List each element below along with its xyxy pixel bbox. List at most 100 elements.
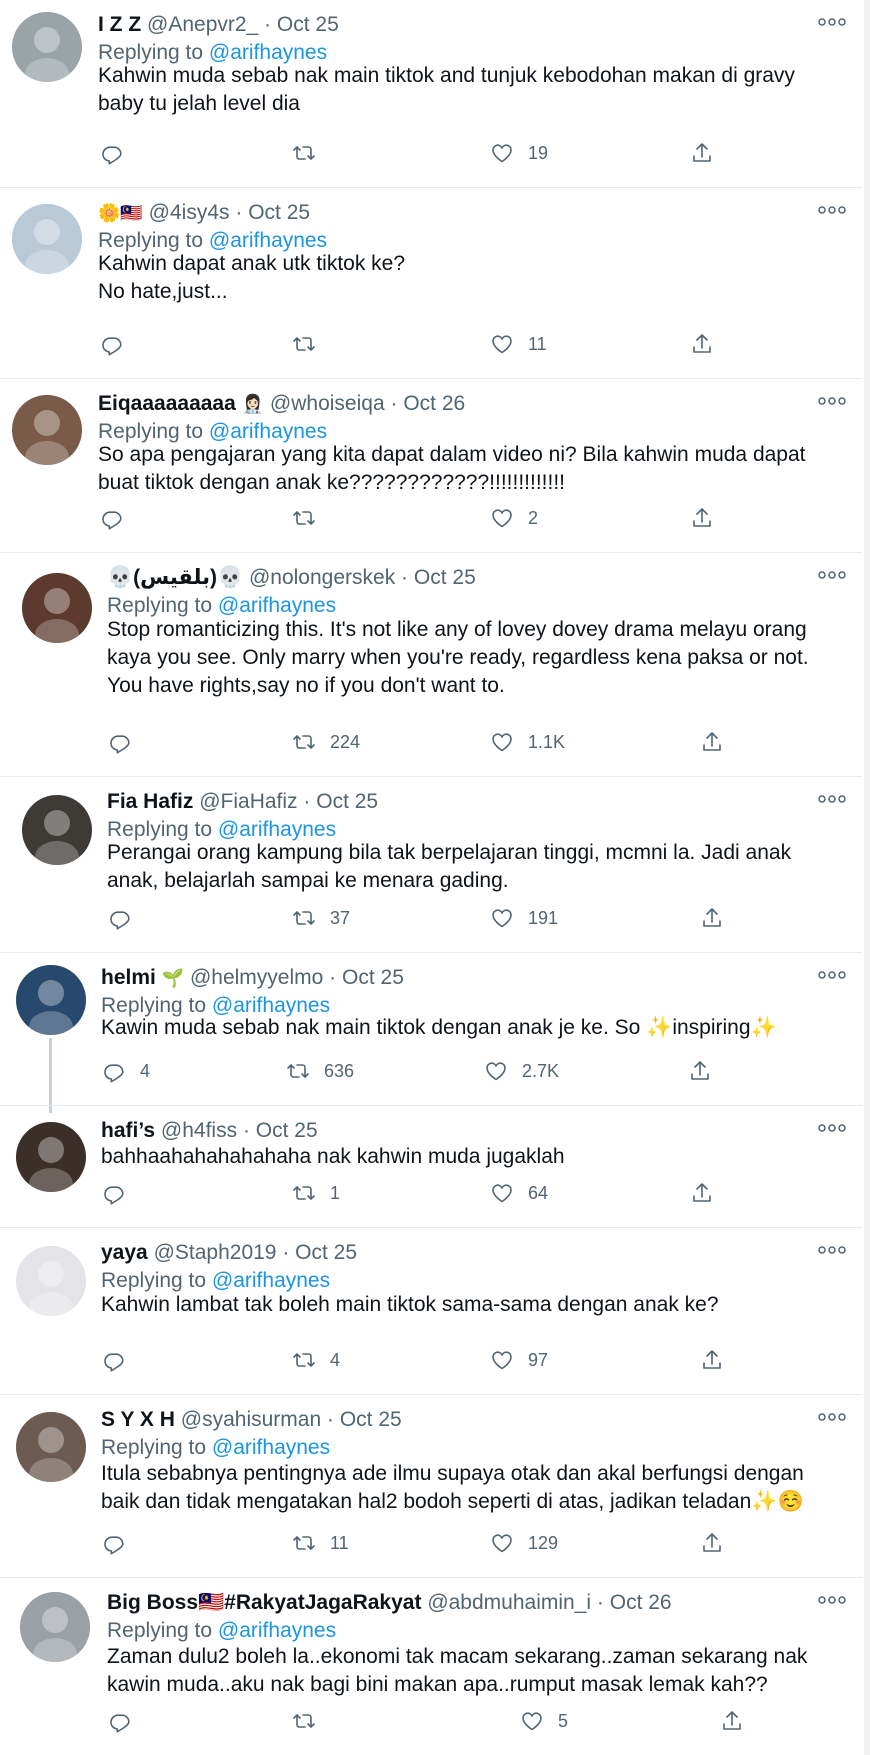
like-button[interactable]: 19 (490, 139, 548, 167)
more-options-icon[interactable] (818, 794, 846, 804)
tweet-date[interactable]: Oct 25 (256, 1119, 318, 1142)
retweet-button[interactable]: 11 (292, 1529, 349, 1557)
like-button[interactable]: 64 (490, 1179, 548, 1207)
retweet-button[interactable] (292, 330, 330, 358)
reply-button[interactable] (100, 504, 138, 532)
like-button[interactable]: 97 (490, 1346, 548, 1374)
share-button[interactable] (690, 1179, 714, 1207)
reply-button[interactable] (108, 904, 146, 932)
retweet-button[interactable] (292, 504, 330, 532)
display-name[interactable]: Eiqaaaaaaaaa (98, 392, 236, 415)
mention-link[interactable]: @arifhaynes (212, 1436, 330, 1459)
tweet-date[interactable]: Oct 25 (295, 1241, 357, 1264)
like-button[interactable]: 129 (490, 1529, 558, 1557)
reply-button[interactable] (108, 1707, 146, 1735)
display-name[interactable]: yaya (101, 1241, 148, 1264)
tweet-date[interactable]: Oct 26 (610, 1591, 672, 1614)
user-handle[interactable]: @FiaHafiz (199, 790, 297, 813)
retweet-button[interactable] (292, 1707, 330, 1735)
user-handle[interactable]: @Staph2019 (154, 1241, 277, 1264)
more-options-icon[interactable] (818, 1595, 846, 1605)
retweet-button[interactable]: 636 (286, 1057, 354, 1085)
avatar[interactable] (16, 965, 86, 1035)
mention-link[interactable]: @arifhaynes (209, 41, 327, 64)
retweet-button[interactable]: 4 (292, 1346, 340, 1374)
display-name[interactable]: 💀(بلقيس)💀 (107, 566, 243, 589)
user-handle[interactable]: @4isy4s (149, 201, 230, 224)
share-button[interactable] (700, 1346, 724, 1374)
display-name[interactable]: I Z Z (98, 13, 141, 36)
retweet-button[interactable] (292, 139, 330, 167)
avatar[interactable] (16, 1412, 86, 1482)
tweet-date[interactable]: Oct 25 (316, 790, 378, 813)
more-options-icon[interactable] (818, 570, 846, 580)
mention-link[interactable]: @arifhaynes (218, 594, 336, 617)
like-button[interactable]: 1.1K (490, 728, 565, 756)
more-options-icon[interactable] (818, 396, 846, 406)
more-options-icon[interactable] (818, 17, 846, 27)
reply-button[interactable] (102, 1346, 140, 1374)
user-handle[interactable]: @whoiseiqa (270, 392, 385, 415)
reply-button[interactable] (102, 1179, 140, 1207)
mention-link[interactable]: @arifhaynes (209, 229, 327, 252)
more-options-icon[interactable] (818, 970, 846, 980)
like-button[interactable]: 2.7K (484, 1057, 559, 1085)
like-button[interactable]: 11 (490, 330, 547, 358)
like-button[interactable]: 191 (490, 904, 558, 932)
user-handle[interactable]: @h4fiss (161, 1119, 237, 1142)
retweet-button[interactable]: 1 (292, 1179, 340, 1207)
tweet-date[interactable]: Oct 26 (403, 392, 465, 415)
share-button[interactable] (720, 1707, 744, 1735)
mention-link[interactable]: @arifhaynes (218, 818, 336, 841)
mention-link[interactable]: @arifhaynes (218, 1619, 336, 1642)
retweet-button[interactable]: 37 (292, 904, 350, 932)
reply-button[interactable] (108, 728, 146, 756)
display-name[interactable]: Big Boss🇲🇾#RakyatJagaRakyat (107, 1591, 421, 1614)
share-button[interactable] (700, 1529, 724, 1557)
like-button[interactable]: 2 (490, 504, 538, 532)
user-handle[interactable]: @helmyyelmo (190, 966, 323, 989)
avatar[interactable] (22, 795, 92, 865)
avatar[interactable] (16, 1122, 86, 1192)
share-button[interactable] (688, 1057, 712, 1085)
more-options-icon[interactable] (818, 1245, 846, 1255)
reply-button[interactable] (100, 330, 138, 358)
share-icon (690, 332, 714, 356)
share-button[interactable] (700, 728, 724, 756)
more-options-icon[interactable] (818, 1412, 846, 1422)
user-handle[interactable]: @syahisurman (181, 1408, 321, 1431)
mention-link[interactable]: @arifhaynes (209, 420, 327, 443)
tweet-date[interactable]: Oct 25 (277, 13, 339, 36)
tweet-date[interactable]: Oct 25 (248, 201, 310, 224)
like-button[interactable]: 5 (520, 1707, 568, 1735)
scrollbar[interactable] (864, 0, 870, 1755)
user-handle[interactable]: @nolongerskek (249, 566, 395, 589)
tweet-date[interactable]: Oct 25 (342, 966, 404, 989)
display-name[interactable]: Fia Hafiz (107, 790, 193, 813)
share-button[interactable] (690, 330, 714, 358)
user-handle[interactable]: @abdmuhaimin_i (427, 1591, 591, 1614)
reply-button[interactable] (102, 1529, 140, 1557)
avatar[interactable] (20, 1592, 90, 1662)
tweet-date[interactable]: Oct 25 (414, 566, 476, 589)
mention-link[interactable]: @arifhaynes (212, 1269, 330, 1292)
display-name[interactable]: S Y X H (101, 1408, 175, 1431)
avatar[interactable] (22, 573, 92, 643)
retweet-button[interactable]: 224 (292, 728, 360, 756)
avatar[interactable] (12, 12, 82, 82)
tweet-date[interactable]: Oct 25 (340, 1408, 402, 1431)
more-options-icon[interactable] (818, 205, 846, 215)
avatar[interactable] (12, 395, 82, 465)
share-button[interactable] (700, 904, 724, 932)
share-button[interactable] (690, 139, 714, 167)
display-name[interactable]: helmi (101, 966, 156, 989)
like-count: 19 (528, 142, 549, 163)
share-button[interactable] (690, 504, 714, 532)
reply-button[interactable]: 4 (102, 1057, 150, 1085)
avatar[interactable] (16, 1246, 86, 1316)
avatar[interactable] (12, 204, 82, 274)
more-options-icon[interactable] (818, 1123, 846, 1133)
reply-button[interactable] (100, 139, 138, 167)
display-name[interactable]: hafi’s (101, 1119, 155, 1142)
user-handle[interactable]: @Anepvr2_ (147, 13, 258, 36)
